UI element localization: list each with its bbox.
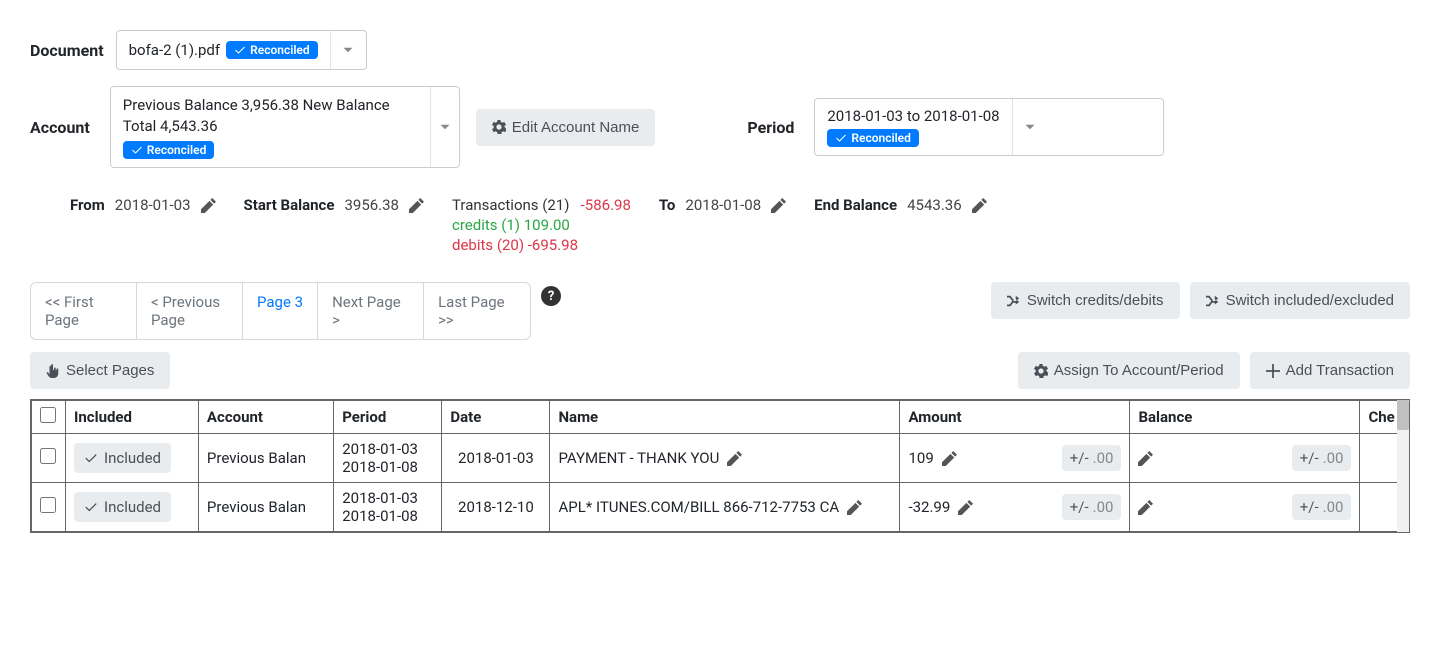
add-transaction-button[interactable]: Add Transaction: [1250, 352, 1410, 389]
pagination-prev[interactable]: < Previous Page: [137, 283, 243, 339]
from-label: From: [70, 196, 105, 214]
pagination-last[interactable]: Last Page >>: [424, 283, 530, 339]
document-filename: bofa-2 (1).pdf: [129, 41, 221, 59]
col-included: Included: [66, 401, 199, 434]
period-range: 2018-01-03 to 2018-01-08: [827, 107, 999, 125]
check-icon: [84, 451, 98, 465]
included-toggle[interactable]: Included: [74, 443, 171, 473]
chevron-down-icon: [439, 121, 451, 133]
debits-text: debits (20) -695.98: [452, 236, 631, 254]
document-reconciled-badge: Reconciled: [226, 41, 318, 59]
credits-text: credits (1) 109.00: [452, 216, 631, 234]
pagination: << First Page < Previous Page Page 3 Nex…: [30, 282, 531, 340]
col-amount: Amount: [900, 401, 1130, 434]
table-row: IncludedPrevious Balan2018-01-032018-01-…: [32, 434, 1411, 483]
switch-included-excluded-button[interactable]: Switch included/excluded: [1190, 282, 1410, 319]
select-all-checkbox[interactable]: [40, 407, 56, 423]
account-caret[interactable]: [430, 87, 459, 167]
end-balance-value: 4543.36: [907, 196, 962, 214]
transactions-net: -586.98: [581, 196, 631, 214]
row-date: 2018-01-03: [442, 434, 550, 483]
account-reconciled-badge: Reconciled: [123, 141, 215, 159]
check-icon: [84, 500, 98, 514]
balance-round-button[interactable]: +/-.00: [1292, 445, 1352, 471]
edit-icon[interactable]: [409, 198, 424, 213]
edit-icon[interactable]: [201, 198, 216, 213]
col-period: Period: [334, 401, 442, 434]
col-date: Date: [442, 401, 550, 434]
edit-account-name-button[interactable]: Edit Account Name: [476, 109, 656, 146]
period-select[interactable]: 2018-01-03 to 2018-01-08 Reconciled: [814, 98, 1164, 156]
pagination-first[interactable]: << First Page: [31, 283, 137, 339]
plus-icon: [1266, 364, 1280, 378]
row-name: PAYMENT - THANK YOU: [558, 449, 719, 467]
hand-pointer-icon: [46, 364, 60, 378]
to-label: To: [659, 196, 676, 214]
account-label: Account: [30, 118, 90, 137]
chevron-down-icon: [342, 44, 354, 56]
amount-round-button[interactable]: +/-.00: [1062, 494, 1122, 520]
check-icon: [234, 44, 246, 56]
balance-round-button[interactable]: +/-.00: [1292, 494, 1352, 520]
period-reconciled-badge: Reconciled: [827, 129, 919, 147]
transactions-label: Transactions (21): [452, 196, 569, 214]
end-balance-label: End Balance: [814, 196, 897, 214]
row-checkbox[interactable]: [40, 497, 56, 513]
row-name: APL* ITUNES.COM/BILL 866-712-7753 CA: [558, 498, 839, 516]
pagination-current[interactable]: Page 3: [243, 283, 318, 339]
vertical-scrollbar[interactable]: [1397, 400, 1409, 532]
row-account: Previous Balan: [198, 434, 333, 483]
edit-icon[interactable]: [942, 451, 957, 466]
check-icon: [131, 144, 143, 156]
transactions-table-wrap: Included Account Period Date Name Amount…: [30, 399, 1410, 533]
account-text: Previous Balance 3,956.38 New Balance To…: [123, 95, 418, 137]
select-pages-button[interactable]: Select Pages: [30, 352, 170, 389]
col-balance: Balance: [1130, 401, 1360, 434]
check-icon: [835, 132, 847, 144]
document-select[interactable]: bofa-2 (1).pdf Reconciled: [116, 30, 367, 70]
period-caret[interactable]: [1012, 99, 1048, 155]
edit-icon[interactable]: [1138, 500, 1153, 515]
row-account: Previous Balan: [198, 483, 333, 532]
included-toggle[interactable]: Included: [74, 492, 171, 522]
row-period: 2018-01-032018-01-08: [342, 440, 433, 476]
row-amount: -32.99: [908, 498, 950, 516]
edit-icon[interactable]: [727, 451, 742, 466]
from-value: 2018-01-03: [115, 196, 191, 214]
gear-icon: [492, 120, 506, 134]
row-period: 2018-01-032018-01-08: [342, 489, 433, 525]
pagination-next[interactable]: Next Page >: [318, 283, 424, 339]
edit-icon[interactable]: [1138, 451, 1153, 466]
row-amount: 109: [908, 449, 933, 467]
gear-icon: [1034, 364, 1048, 378]
row-checkbox[interactable]: [40, 448, 56, 464]
edit-icon[interactable]: [847, 500, 862, 515]
shuffle-icon: [1007, 294, 1021, 308]
document-caret[interactable]: [330, 31, 366, 69]
edit-icon[interactable]: [958, 500, 973, 515]
switch-credits-debits-button[interactable]: Switch credits/debits: [991, 282, 1180, 319]
shuffle-icon: [1206, 294, 1220, 308]
start-balance-label: Start Balance: [244, 196, 335, 214]
to-value: 2018-01-08: [685, 196, 761, 214]
col-account: Account: [198, 401, 333, 434]
transactions-table: Included Account Period Date Name Amount…: [31, 400, 1410, 532]
chevron-down-icon: [1024, 121, 1036, 133]
period-label: Period: [747, 118, 794, 137]
table-row: Included Previous Balan2018-01-032018-01-…: [32, 483, 1411, 532]
account-select[interactable]: Previous Balance 3,956.38 New Balance To…: [110, 86, 460, 168]
amount-round-button[interactable]: +/-.00: [1062, 445, 1122, 471]
col-name: Name: [550, 401, 900, 434]
document-label: Document: [30, 41, 104, 60]
start-balance-value: 3956.38: [344, 196, 399, 214]
row-date: 2018-12-10: [442, 483, 550, 532]
assign-to-account-period-button[interactable]: Assign To Account/Period: [1018, 352, 1240, 389]
help-icon[interactable]: ?: [541, 286, 561, 306]
edit-icon[interactable]: [771, 198, 786, 213]
edit-icon[interactable]: [972, 198, 987, 213]
